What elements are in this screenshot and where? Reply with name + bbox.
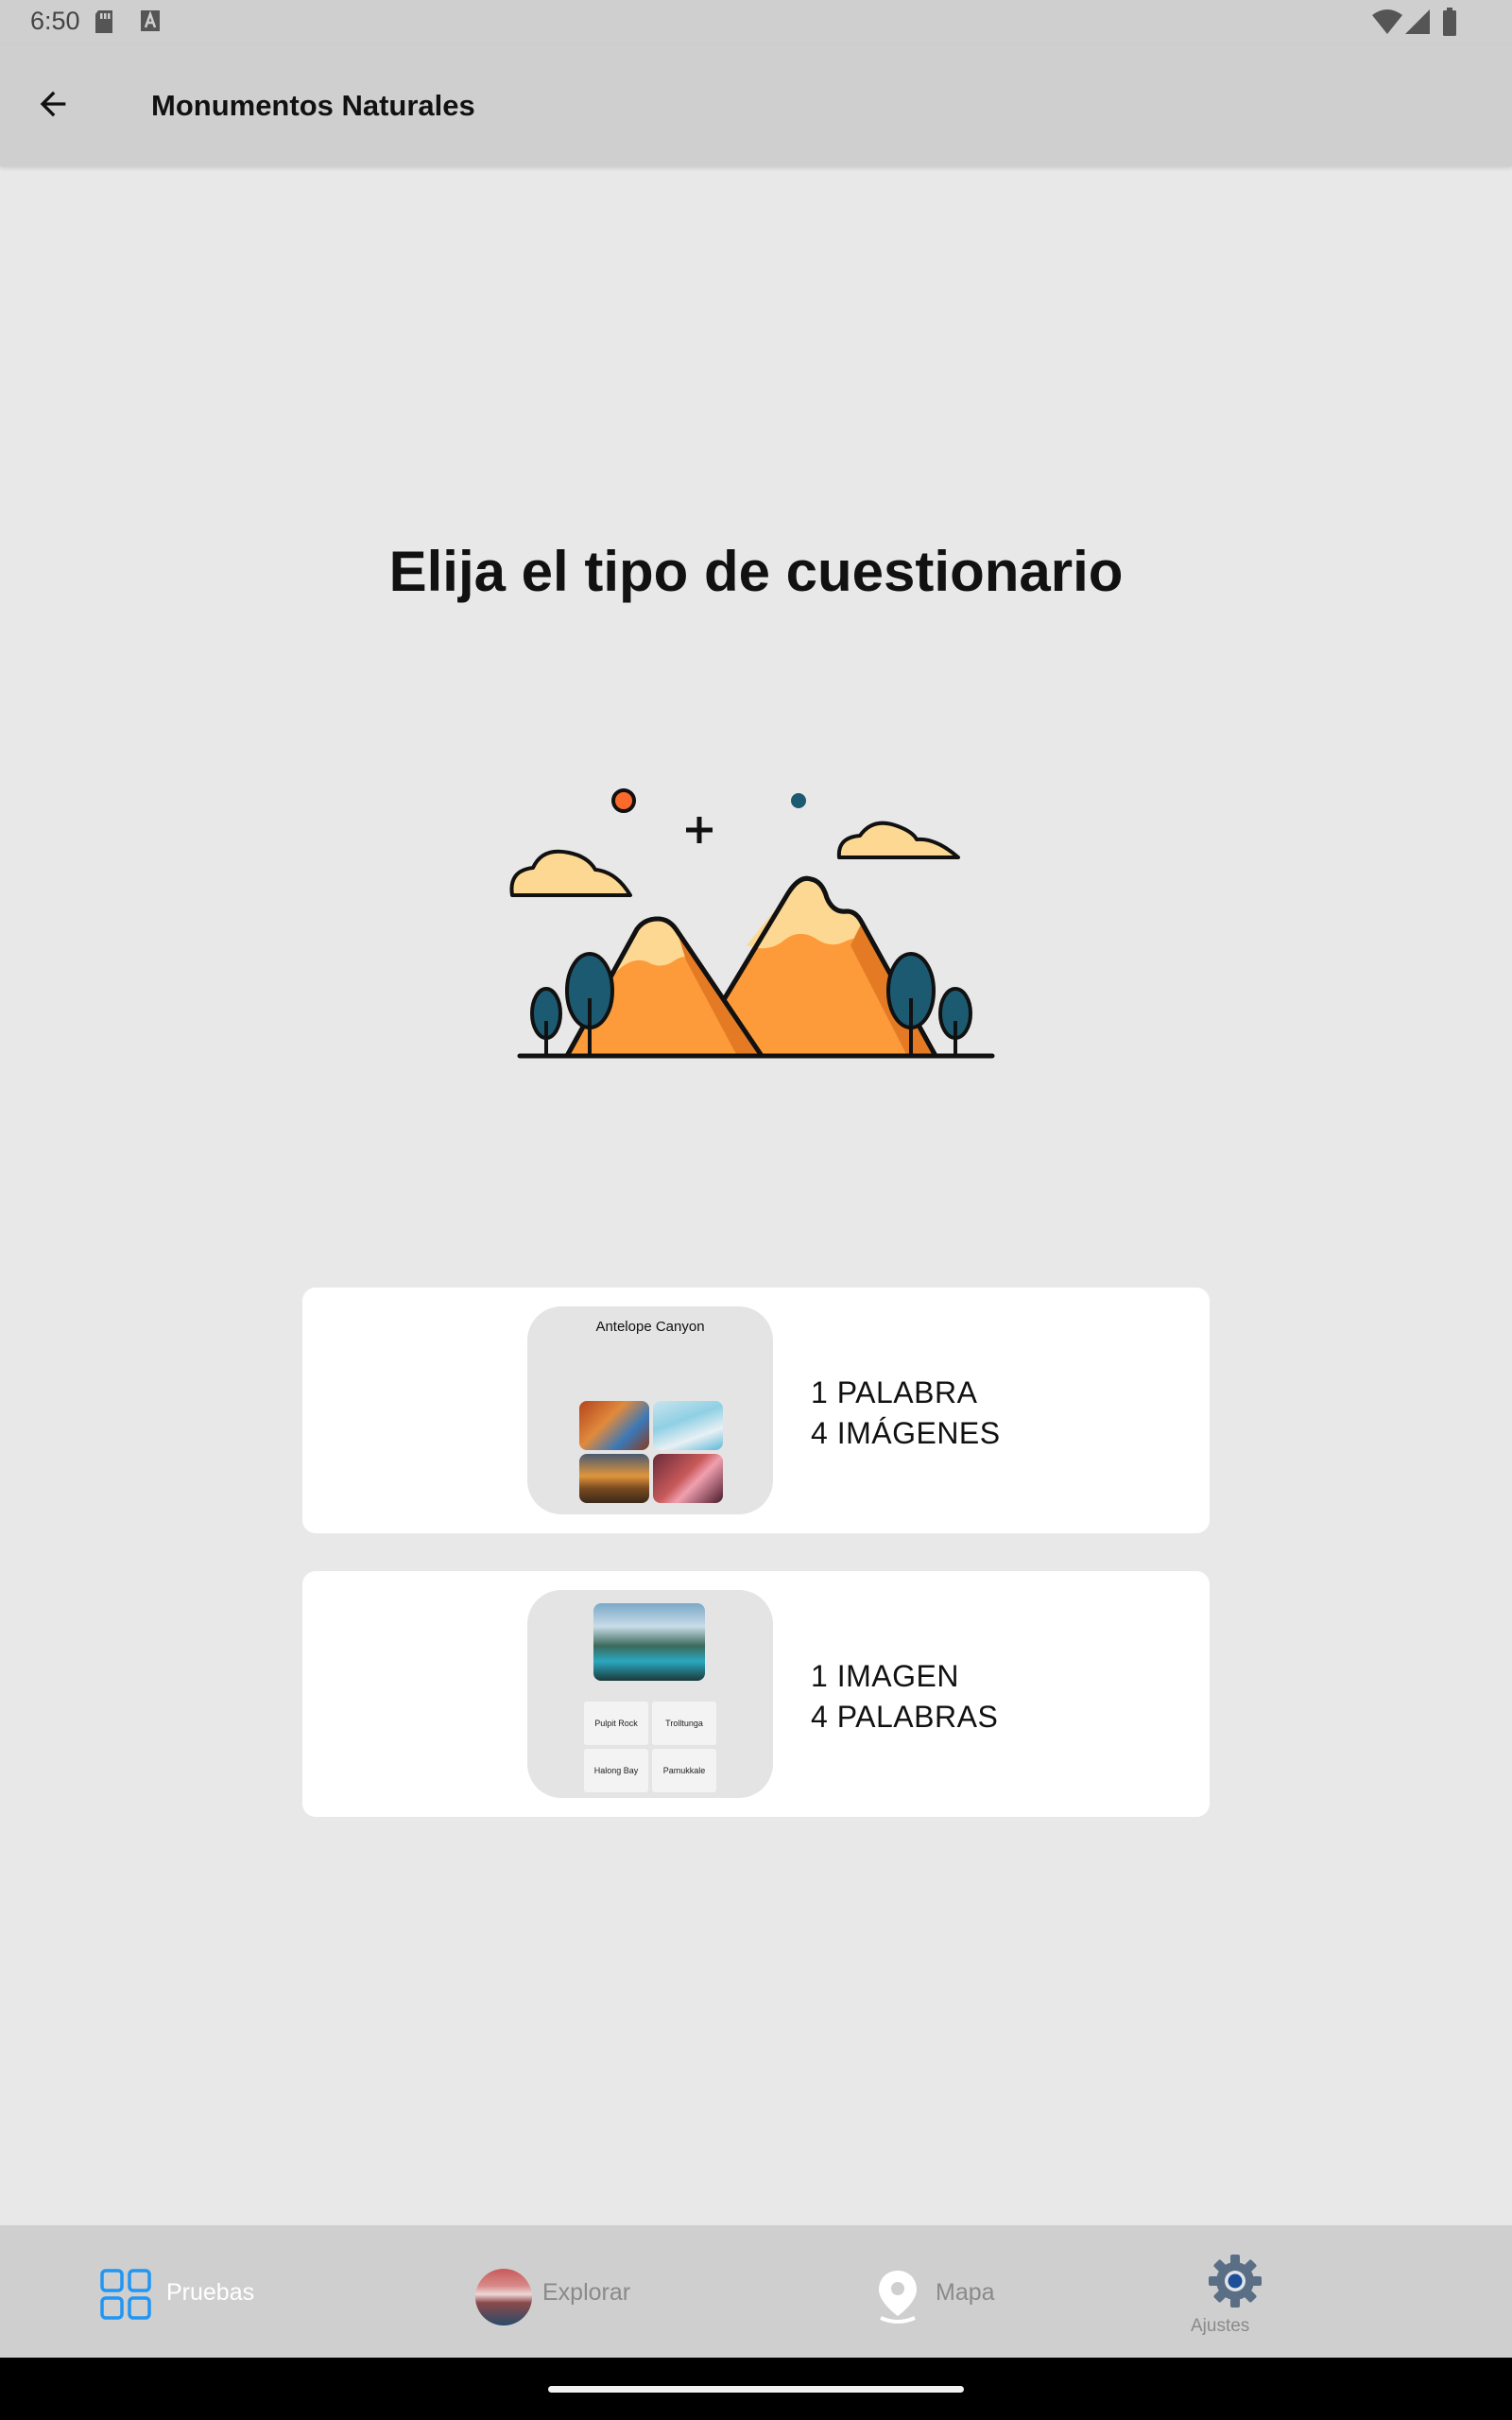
card-label-line1: 1 IMAGEN [811, 1659, 959, 1693]
mountains-illustration [501, 775, 1011, 1073]
preview-image [579, 1401, 649, 1450]
card-label: 1 IMAGEN 4 PALABRAS [811, 1656, 998, 1737]
card-label: 1 PALABRA 4 IMÁGENES [811, 1373, 1001, 1454]
preview-word-option: Trolltunga [652, 1702, 716, 1745]
explore-photo-icon [475, 2269, 532, 2325]
card-label-line1: 1 PALABRA [811, 1375, 978, 1409]
quiz-type-image-to-words-card[interactable]: Pulpit Rock Trolltunga Halong Bay Pamukk… [302, 1571, 1210, 1817]
nav-item-explorar[interactable]: Explorar [463, 2225, 690, 2358]
cell-signal-icon [1404, 9, 1431, 40]
gesture-handle[interactable] [548, 2386, 964, 2393]
thumb-title: Antelope Canyon [595, 1319, 705, 1335]
nav-label: Ajustes [1191, 2316, 1250, 2336]
nav-item-ajustes[interactable]: Ajustes [1172, 2225, 1276, 2358]
battery-icon [1442, 8, 1457, 41]
preview-word-option: Pulpit Rock [584, 1702, 648, 1745]
text-a-icon [140, 9, 161, 37]
back-button[interactable] [21, 81, 85, 130]
map-pin-icon [875, 2269, 920, 2330]
app-title: Monumentos Naturales [151, 89, 475, 122]
preview-image [593, 1603, 705, 1681]
preview-image [653, 1401, 723, 1450]
card-label-line2: 4 IMÁGENES [811, 1416, 1001, 1450]
gear-icon [1206, 2252, 1264, 2315]
grid-icon [100, 2269, 151, 2325]
nav-label: Mapa [936, 2279, 995, 2306]
system-gesture-bar [0, 2358, 1512, 2420]
nav-item-mapa[interactable]: Mapa [860, 2225, 1049, 2358]
nav-label: Explorar [542, 2279, 631, 2306]
bottom-navigation: Pruebas Explorar Mapa Ajustes [0, 2225, 1512, 2358]
app-bar: Monumentos Naturales [0, 45, 1512, 166]
status-time: 6:50 [30, 7, 80, 35]
preview-word-option: Halong Bay [584, 1749, 648, 1792]
preview-image [653, 1454, 723, 1503]
preview-image [579, 1454, 649, 1503]
page-heading: Elija el tipo de cuestionario [388, 540, 1124, 603]
preview-word-option: Pamukkale [652, 1749, 716, 1792]
arrow-back-icon [34, 85, 72, 128]
wifi-icon [1372, 9, 1402, 40]
nav-item-pruebas[interactable]: Pruebas [57, 2225, 302, 2358]
card-label-line2: 4 PALABRAS [811, 1700, 999, 1734]
quiz-type-word-to-images-card[interactable]: Antelope Canyon 1 PALABRA 4 IMÁGENES [302, 1288, 1210, 1533]
sd-card-icon [93, 9, 115, 39]
nav-label: Pruebas [166, 2279, 255, 2306]
status-bar: 6:50 [0, 0, 1512, 45]
quiz-preview-thumbnail: Pulpit Rock Trolltunga Halong Bay Pamukk… [527, 1590, 773, 1798]
quiz-preview-thumbnail: Antelope Canyon [527, 1306, 773, 1514]
